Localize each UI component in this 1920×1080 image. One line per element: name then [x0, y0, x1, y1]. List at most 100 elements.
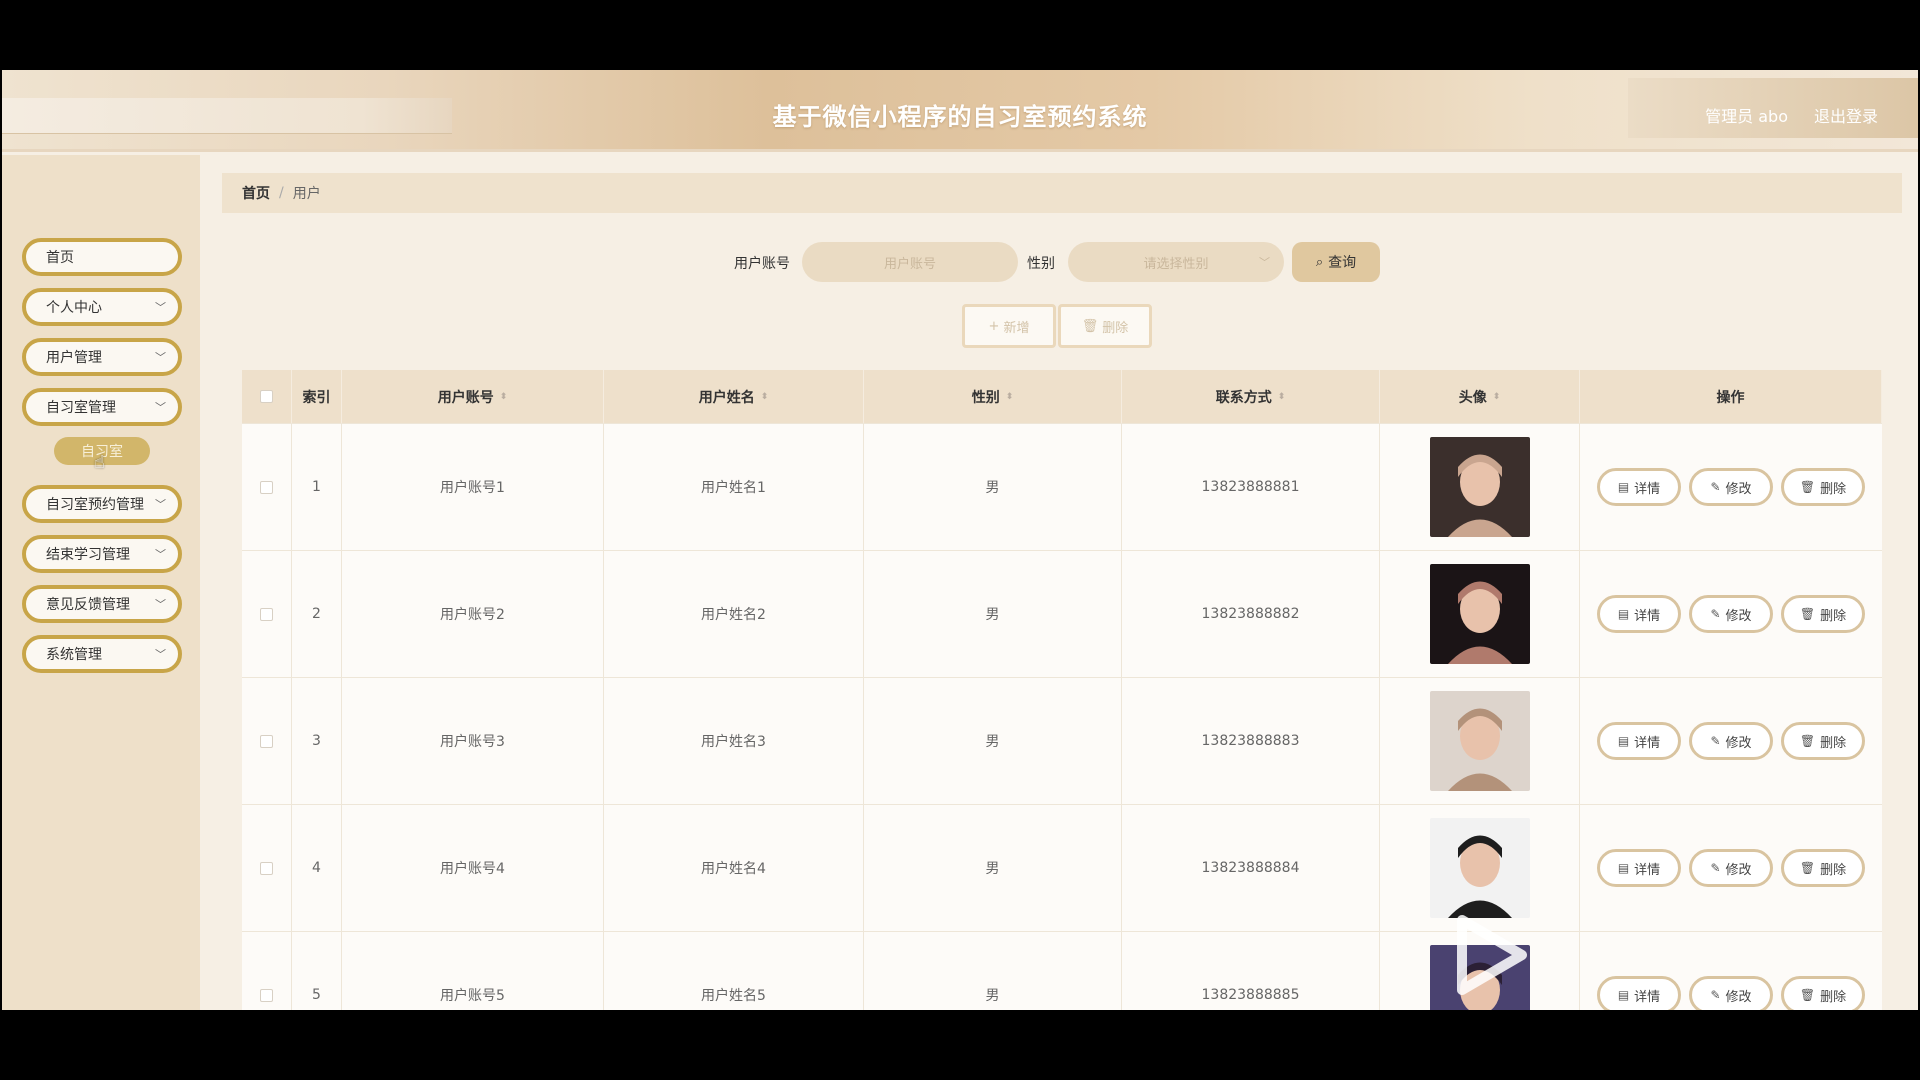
edit-button[interactable]: ✎ 修改 [1689, 976, 1773, 1010]
row-checkbox[interactable] [260, 480, 273, 494]
select-all-checkbox[interactable] [260, 390, 273, 403]
cell-index: 4 [292, 805, 342, 931]
sidebar-item-reservation-management[interactable]: 自习室预约管理 ﹀ [22, 485, 182, 523]
account-placeholder: 用户账号 [883, 256, 936, 272]
sidebar-item-label: 意见反馈管理 [46, 597, 130, 613]
edit-button[interactable]: ✎ 修改 [1689, 595, 1773, 633]
delete-label: 删除 [1820, 481, 1847, 497]
detail-button[interactable]: ▤ 详情 [1597, 976, 1681, 1010]
sidebar-item-room-management[interactable]: 自习室管理 ﹀ [22, 388, 182, 426]
table-row: 4 用户账号4 用户姓名4 男 13823888884 ▤ 详情 ✎ 修改 🗑 删除 [242, 805, 1882, 932]
play-icon [1457, 915, 1527, 995]
app-title: 基于微信小程序的自习室预约系统 [772, 103, 1148, 131]
edit-button[interactable]: ✎ 修改 [1689, 849, 1773, 887]
trash-icon: 🗑 [1799, 861, 1816, 875]
edit-button[interactable]: ✎ 修改 [1689, 468, 1773, 506]
sidebar-item-end-study-management[interactable]: 结束学习管理 ﹀ [22, 535, 182, 573]
header-ops: 操作 [1580, 370, 1882, 423]
cell-name: 用户姓名2 [604, 551, 864, 677]
header-label: 用户姓名 [698, 389, 755, 406]
gender-label: 性别 [1027, 256, 1055, 272]
table-header-row: 索引 用户账号 ⬍ 用户姓名 ⬍ 性别 ⬍ 联系方式 ⬍ 头像 ⬍ 操作 [242, 370, 1882, 424]
delete-button[interactable]: 🗑 删除 [1781, 976, 1865, 1010]
account-label: 用户账号 [734, 256, 790, 272]
cell-phone: 13823888885 [1122, 932, 1380, 1010]
row-checkbox[interactable] [260, 861, 273, 875]
edit-button[interactable]: ✎ 修改 [1689, 722, 1773, 760]
table-row: 2 用户账号2 用户姓名2 男 13823888882 ▤ 详情 ✎ 修改 🗑 删除 [242, 551, 1882, 678]
row-checkbox[interactable] [260, 734, 273, 748]
breadcrumb-home[interactable]: 首页 [242, 183, 270, 203]
cell-ops: ▤ 详情 ✎ 修改 🗑 删除 [1580, 805, 1882, 931]
detail-button[interactable]: ▤ 详情 [1597, 722, 1681, 760]
cell-account: 用户账号5 [342, 932, 604, 1010]
cell-ops: ▤ 详情 ✎ 修改 🗑 删除 [1580, 932, 1882, 1010]
query-button[interactable]: ⌕ 查询 [1292, 242, 1380, 282]
detail-button[interactable]: ▤ 详情 [1597, 468, 1681, 506]
chevron-down-icon: ﹀ [155, 498, 166, 511]
document-icon: ▤ [1617, 988, 1630, 1002]
cell-gender: 男 [864, 551, 1122, 677]
cell-account: 用户账号3 [342, 678, 604, 804]
cell-name: 用户姓名5 [604, 932, 864, 1010]
batch-delete-button[interactable]: 🗑 删除 [1058, 304, 1152, 348]
trash-icon: 🗑 [1081, 318, 1099, 334]
header-gender[interactable]: 性别 ⬍ [864, 370, 1122, 423]
detail-label: 详情 [1634, 735, 1661, 751]
delete-button[interactable]: 🗑 删除 [1781, 849, 1865, 887]
header-phone[interactable]: 联系方式 ⬍ [1122, 370, 1380, 423]
cell-avatar [1380, 678, 1580, 804]
avatar [1429, 564, 1530, 664]
sort-icon[interactable]: ⬍ [1006, 392, 1014, 402]
cell-index: 1 [292, 424, 342, 550]
cell-account: 用户账号1 [342, 424, 604, 550]
row-checkbox[interactable] [260, 988, 273, 1002]
sort-icon[interactable]: ⬍ [500, 392, 508, 402]
sidebar-item-profile[interactable]: 个人中心 ﹀ [22, 288, 182, 326]
delete-label: 删除 [1820, 608, 1847, 624]
delete-button[interactable]: 🗑 删除 [1781, 595, 1865, 633]
header-label: 用户账号 [437, 389, 494, 406]
cell-gender: 男 [864, 424, 1122, 550]
delete-button[interactable]: 🗑 删除 [1781, 468, 1865, 506]
add-button[interactable]: + 新增 [962, 304, 1056, 348]
sort-icon[interactable]: ⬍ [1278, 392, 1286, 402]
header-account[interactable]: 用户账号 ⬍ [342, 370, 604, 423]
gender-placeholder: 请选择性别 [1143, 256, 1209, 272]
detail-button[interactable]: ▤ 详情 [1597, 595, 1681, 633]
batch-delete-label: 删除 [1102, 320, 1129, 336]
pencil-icon: ✎ [1710, 861, 1721, 875]
account-search-input[interactable]: 用户账号 [802, 242, 1018, 282]
breadcrumb-separator: / [279, 185, 284, 201]
edit-label: 修改 [1725, 608, 1752, 624]
gender-select[interactable]: 请选择性别 ﹀ [1068, 242, 1284, 282]
cell-gender: 男 [864, 678, 1122, 804]
sidebar-item-user-management[interactable]: 用户管理 ﹀ [22, 338, 182, 376]
cell-avatar [1380, 551, 1580, 677]
sidebar-item-label: 个人中心 [46, 300, 102, 316]
chevron-down-icon: ﹀ [155, 648, 166, 661]
sidebar-item-feedback-management[interactable]: 意见反馈管理 ﹀ [22, 585, 182, 623]
sidebar-item-label: 自习室管理 [46, 400, 116, 416]
header-avatar[interactable]: 头像 ⬍ [1380, 370, 1580, 423]
row-checkbox-cell [242, 805, 292, 931]
sidebar-item-system-management[interactable]: 系统管理 ﹀ [22, 635, 182, 673]
chevron-down-icon: ﹀ [155, 598, 166, 611]
header-name[interactable]: 用户姓名 ⬍ [604, 370, 864, 423]
cell-ops: ▤ 详情 ✎ 修改 🗑 删除 [1580, 424, 1882, 550]
trash-icon: 🗑 [1799, 734, 1816, 748]
user-table: 索引 用户账号 ⬍ 用户姓名 ⬍ 性别 ⬍ 联系方式 ⬍ 头像 ⬍ 操作 1 用户账号1 … [242, 370, 1882, 1010]
pencil-icon: ✎ [1710, 734, 1721, 748]
sort-icon[interactable]: ⬍ [1493, 392, 1501, 402]
logout-link[interactable]: 退出登录 [1814, 103, 1878, 127]
row-checkbox[interactable] [260, 607, 273, 621]
sort-icon[interactable]: ⬍ [761, 392, 769, 402]
cell-name: 用户姓名4 [604, 805, 864, 931]
cell-name: 用户姓名3 [604, 678, 864, 804]
row-checkbox-cell [242, 932, 292, 1010]
breadcrumb: 首页 / 用户 [222, 173, 1902, 213]
delete-button[interactable]: 🗑 删除 [1781, 722, 1865, 760]
header-index: 索引 [292, 370, 342, 423]
cell-phone: 13823888884 [1122, 805, 1380, 931]
detail-button[interactable]: ▤ 详情 [1597, 849, 1681, 887]
